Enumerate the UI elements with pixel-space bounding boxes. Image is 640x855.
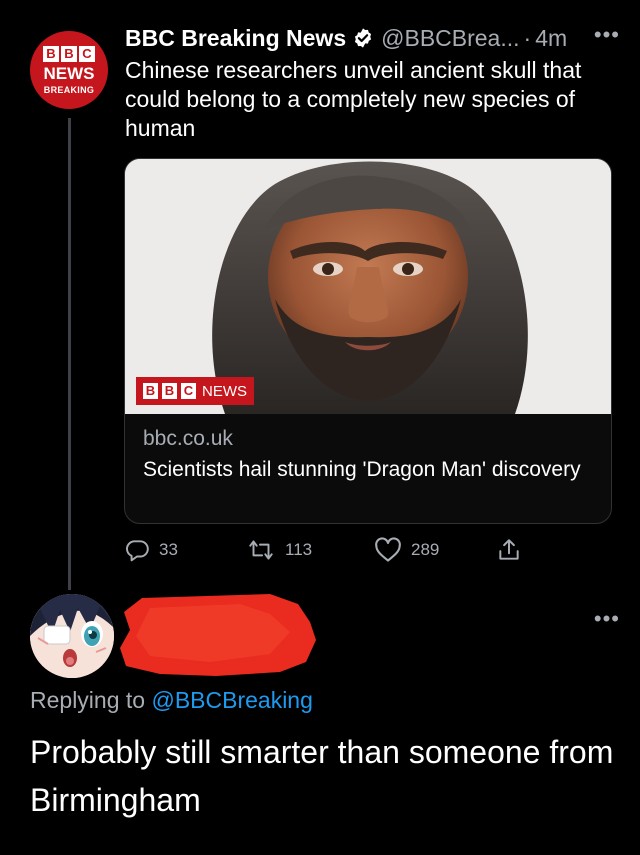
share-button[interactable]	[496, 536, 522, 564]
avatar-news-label: NEWS	[43, 63, 95, 83]
reply-button[interactable]: 33	[124, 536, 178, 564]
retweet-button[interactable]: 113	[246, 536, 312, 564]
card-title: Scientists hail stunning 'Dragon Man' di…	[143, 458, 581, 481]
link-preview-card[interactable]: B B C NEWS bbc.co.uk Scientists hail stu…	[124, 158, 612, 524]
retweet-icon	[249, 540, 273, 560]
tweet-action-bar: 33 113 289	[124, 536, 544, 564]
card-domain: bbc.co.uk	[143, 427, 233, 450]
time-separator: ·	[523, 24, 532, 51]
bbc-breaking-avatar[interactable]: B B C NEWS BREAKING	[30, 31, 108, 109]
replying-to-mention[interactable]: @BBCBreaking	[151, 687, 312, 713]
reply-text: Probably still smarter than someone from…	[30, 734, 614, 818]
reply-author-avatar[interactable]	[30, 594, 114, 678]
more-horizontal-icon[interactable]: •••	[594, 22, 620, 48]
replying-to-line: Replying to @BBCBreaking	[30, 687, 313, 714]
more-horizontal-icon[interactable]: •••	[594, 606, 620, 632]
share-icon	[499, 539, 519, 560]
reply-count: 33	[159, 540, 178, 559]
anime-avatar-image	[30, 594, 114, 678]
author-handle[interactable]: @BBCBrea...	[381, 25, 519, 52]
reply-icon	[126, 540, 149, 562]
post-time[interactable]: 4m	[535, 25, 567, 52]
verified-badge-icon	[355, 28, 372, 48]
like-button[interactable]: 289	[374, 536, 439, 564]
retweet-count: 113	[285, 540, 313, 559]
bbc-logo: B B C	[43, 45, 95, 62]
bbc-news-watermark: B B C NEWS	[136, 377, 254, 405]
tweet-header: BBC Breaking News @BBCBrea... · 4m	[125, 22, 567, 54]
thread-connector-line	[68, 118, 71, 590]
author-name[interactable]: BBC Breaking News	[125, 25, 346, 52]
tweet-text: Chinese researchers unveil ancient skull…	[125, 57, 582, 141]
avatar-breaking-label: BREAKING	[43, 84, 95, 95]
replying-to-label: Replying to	[30, 687, 146, 713]
card-image-reconstruction: B B C NEWS	[125, 159, 611, 414]
reconstruction-face-image	[125, 159, 611, 414]
redacted-author-name	[120, 594, 316, 676]
like-icon	[375, 537, 401, 562]
tweet-bbc-breaking[interactable]: B B C NEWS BREAKING BBC Breaking News @B…	[0, 0, 640, 590]
like-count: 289	[411, 540, 440, 559]
